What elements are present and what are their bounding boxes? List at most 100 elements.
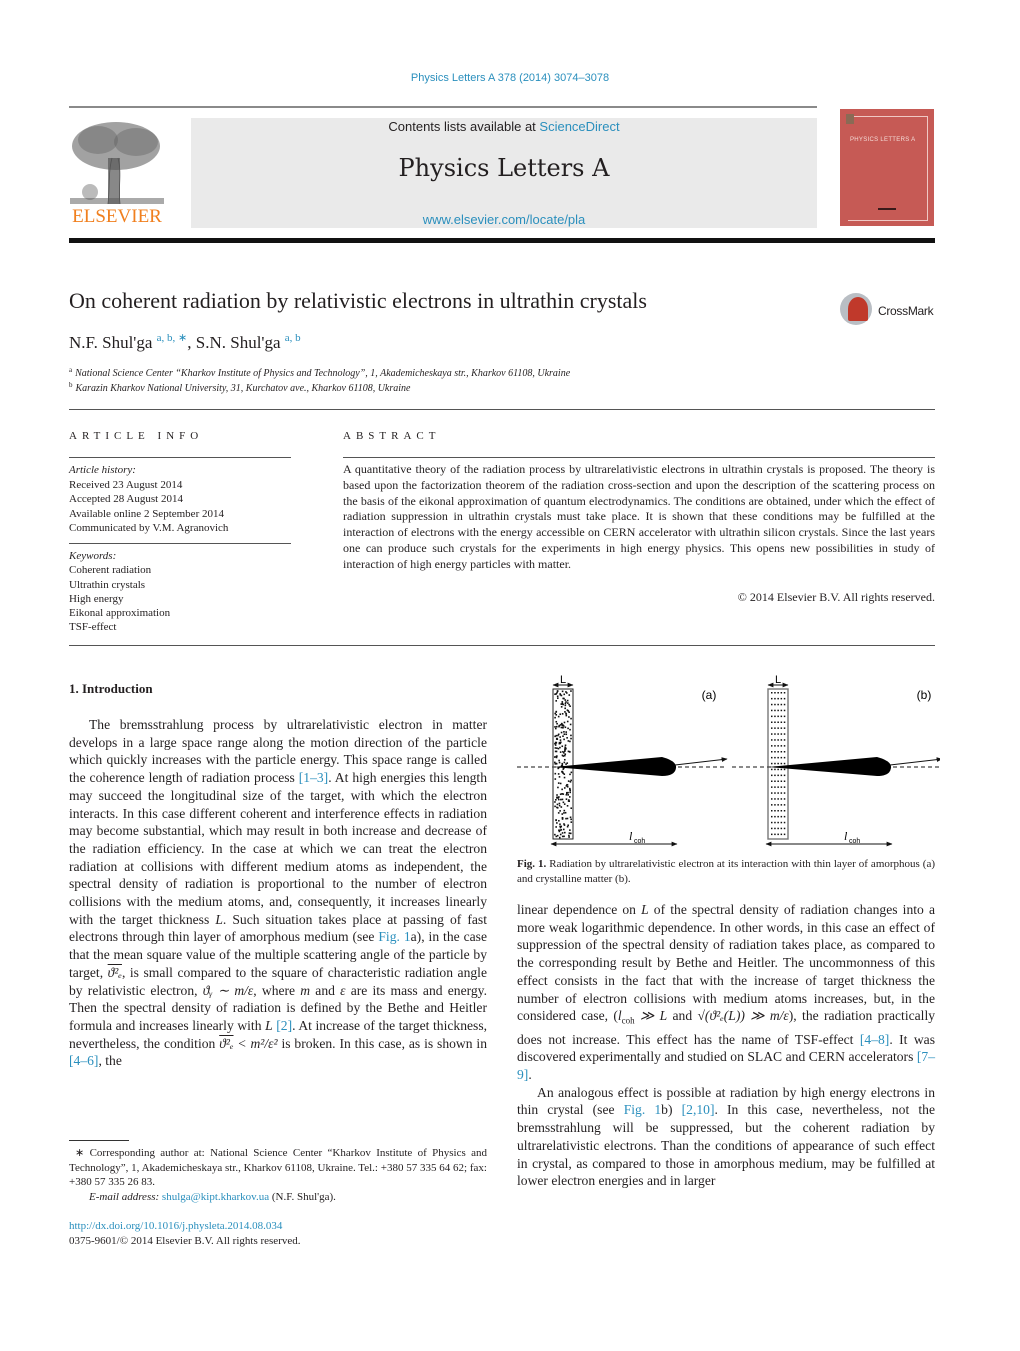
atom [559, 746, 561, 749]
atom [569, 787, 571, 790]
atom [559, 823, 561, 826]
figure-link[interactable]: Fig. 1 [624, 1102, 661, 1117]
atom [555, 720, 558, 723]
atom [783, 815, 786, 818]
atom [554, 805, 556, 808]
atom [566, 737, 568, 739]
atom [771, 751, 773, 753]
atom [555, 755, 558, 758]
author-name[interactable]: N.F. Shul'ga [69, 333, 152, 352]
author-affiliation-marks[interactable]: a, b, ∗ [157, 332, 188, 344]
journal-cover-thumbnail[interactable]: PHYSICS LETTERS A [840, 109, 934, 226]
citation-link[interactable]: [2] [276, 1018, 292, 1033]
atom [556, 803, 559, 806]
atom [777, 804, 779, 806]
atom [557, 786, 559, 789]
atom [565, 714, 568, 717]
journal-reference-link[interactable]: Physics Letters A 378 (2014) 3074–3078 [0, 72, 1020, 84]
atom [556, 722, 558, 725]
atom [777, 827, 779, 830]
atom [563, 787, 566, 789]
crossmark-button[interactable]: CrossMark [838, 293, 938, 329]
cover-publisher-badge [846, 114, 854, 124]
figure-link[interactable]: Fig. 1 [378, 929, 410, 944]
atom [560, 806, 563, 808]
citation-link[interactable]: [1–3] [299, 770, 328, 785]
atom [774, 697, 776, 700]
citation-link[interactable]: [4–8] [860, 1032, 889, 1047]
atom [563, 738, 565, 741]
atom [560, 798, 562, 801]
atom [558, 741, 561, 744]
header-thick-rule [69, 238, 935, 243]
history-label: Article history: [69, 464, 136, 476]
atom [771, 715, 773, 718]
atom [783, 692, 786, 694]
author-name[interactable]: S.N. Shul'ga [196, 333, 281, 352]
body-column-right: linear dependence on L of the spectral d… [517, 901, 935, 1190]
atom [556, 822, 558, 824]
atom [771, 768, 773, 771]
atom [554, 772, 557, 775]
atom [783, 786, 786, 788]
atom [554, 735, 556, 738]
atom [780, 810, 783, 812]
atom [780, 792, 783, 794]
atom [783, 762, 786, 765]
atom [555, 700, 558, 702]
electron-trajectory [889, 757, 943, 766]
atom [569, 791, 572, 794]
crossmark-icon [840, 293, 872, 325]
atom [558, 725, 560, 728]
atom [567, 794, 570, 796]
atom [774, 739, 776, 741]
atom [558, 819, 560, 822]
atom [564, 753, 567, 756]
keyword: Ultrathin crystals [69, 578, 146, 591]
atom [564, 748, 567, 750]
atom [561, 793, 563, 795]
atom [569, 705, 571, 708]
atom [777, 745, 779, 747]
contents-availability: Contents lists available at ScienceDirec… [191, 119, 817, 134]
atom [780, 715, 783, 718]
author-affiliation-marks[interactable]: a, b [285, 332, 301, 344]
atom [564, 744, 567, 747]
atom [561, 788, 563, 791]
citation-link[interactable]: [2,10] [682, 1102, 715, 1117]
atom [564, 811, 567, 814]
atom [771, 827, 773, 830]
math-expression: √(ϑ²ₑ(L)) ≫ m/ε [697, 1008, 789, 1024]
thickness-label: L [775, 674, 781, 686]
atom [777, 780, 779, 782]
atom [563, 697, 565, 700]
citation-link[interactable]: [4–6] [69, 1053, 98, 1068]
atom [564, 711, 566, 713]
atom [780, 833, 783, 836]
atom [569, 796, 571, 798]
atom [569, 728, 571, 731]
elsevier-logo[interactable]: ELSEVIER [68, 118, 166, 228]
atom [569, 773, 571, 776]
atom [777, 733, 779, 735]
atom [783, 804, 786, 806]
affiliation: a National Science Center “Kharkov Instit… [69, 366, 570, 379]
atom [569, 723, 572, 726]
atom [554, 744, 557, 746]
atom [780, 739, 783, 741]
atom [559, 782, 562, 785]
atom [563, 809, 566, 812]
atom [771, 762, 773, 765]
journal-homepage-link[interactable]: www.elsevier.com/locate/pla [191, 212, 817, 227]
atom [566, 805, 569, 807]
email-link[interactable]: shulga@kipt.kharkov.ua [162, 1191, 269, 1203]
atom [555, 741, 558, 744]
atom [783, 745, 786, 747]
history-item: Accepted 28 August 2014 [69, 493, 183, 505]
atom [570, 779, 572, 782]
sciencedirect-link[interactable]: ScienceDirect [539, 119, 619, 134]
atom [771, 804, 773, 806]
atom [564, 699, 567, 701]
journal-masthead: Contents lists available at ScienceDirec… [191, 118, 817, 228]
doi-link[interactable]: http://dx.doi.org/10.1016/j.physleta.201… [69, 1220, 282, 1232]
